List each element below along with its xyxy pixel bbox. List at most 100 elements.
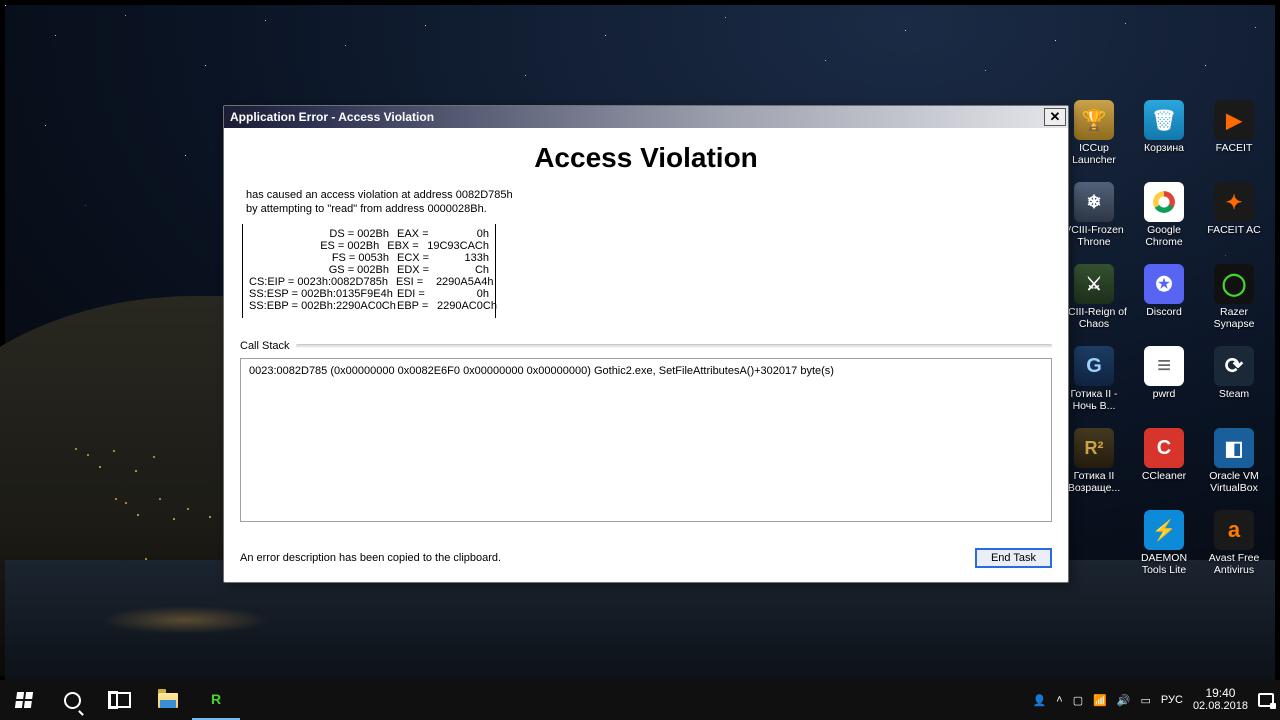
register-right: EBX =19C93CACh	[387, 240, 489, 252]
registers-table: DS = 002BhEAX =0hES = 002BhEBX =19C93CAC…	[242, 224, 496, 318]
register-row: GS = 002BhEDX =Ch	[249, 264, 489, 276]
desktop-icon-label: Корзина	[1144, 142, 1184, 154]
desktop-icon-label: DAEMON Tools Lite	[1130, 552, 1198, 576]
desktop-icon[interactable]: Steam	[1199, 346, 1269, 412]
error-description-line: by attempting to "read" from address 000…	[246, 202, 1052, 216]
desktop-icon-label: VCIII-Frozen Throne	[1060, 224, 1128, 248]
end-task-button[interactable]: End Task	[975, 548, 1052, 568]
register-row: CS:EIP = 0023h:0082D785hESI =2290A5A4h	[249, 276, 489, 288]
register-row: SS:ESP = 002Bh:0135F9E4hEDI =0h	[249, 288, 489, 300]
callstack-entry: 0023:0082D785 (0x00000000 0x0082E6F0 0x0…	[249, 365, 1043, 377]
desktop-icon[interactable]: Готика II - Ночь В...	[1059, 346, 1129, 412]
ic-vbox-icon	[1214, 428, 1254, 468]
ic-faceit-icon	[1214, 100, 1254, 140]
register-row: SS:EBP = 002Bh:2290AC0ChEBP =2290AC0Ch	[249, 300, 489, 312]
desktop-icon[interactable]: Oracle VM VirtualBox	[1199, 428, 1269, 494]
desktop-icon-label: Steam	[1219, 388, 1249, 400]
desktop-icon[interactable]: Корзина	[1129, 100, 1199, 166]
ic-avast-icon	[1214, 510, 1254, 550]
desktop-icon[interactable]: Готика II Возраще...	[1059, 428, 1129, 494]
taskbar-app-explorer[interactable]	[144, 680, 192, 720]
desktop-icon-label: pwrd	[1153, 388, 1176, 400]
register-left: ES = 002Bh	[249, 240, 387, 252]
dialog-heading: Access Violation	[240, 142, 1052, 174]
ic-roc-icon	[1074, 264, 1114, 304]
close-button[interactable]: ✕	[1044, 108, 1066, 126]
ic-discord-icon	[1144, 264, 1184, 304]
taskbar-clock[interactable]: 19:40 02.08.2018	[1193, 687, 1248, 713]
network-icon[interactable]: 📶	[1093, 694, 1107, 707]
register-row: FS = 0053hECX =133h	[249, 252, 489, 264]
register-left: SS:EBP = 002Bh:2290AC0Ch	[249, 300, 397, 312]
desktop-icon-label: FACEIT AC	[1207, 224, 1261, 236]
clock-date: 02.08.2018	[1193, 700, 1248, 713]
divider	[296, 344, 1052, 348]
register-right: ESI =2290A5A4h	[396, 276, 494, 288]
taskbar-app-razer[interactable]: R	[192, 680, 240, 720]
desktop-icons: ICCup Launcher Корзина FACEIT VCIII-Frozen …	[1059, 100, 1269, 576]
desktop-icon[interactable]: DAEMON Tools Lite	[1129, 510, 1199, 576]
file-explorer-icon	[158, 693, 178, 708]
error-dialog: Application Error - Access Violation ✕ A…	[223, 105, 1069, 583]
callstack-box[interactable]: 0023:0082D785 (0x00000000 0x0082E6F0 0x0…	[240, 358, 1052, 522]
register-row: ES = 002BhEBX =19C93CACh	[249, 240, 489, 252]
clock-time: 19:40	[1193, 687, 1248, 700]
action-center-icon[interactable]	[1258, 693, 1274, 707]
ic-txt-icon	[1144, 346, 1184, 386]
start-button[interactable]	[0, 680, 48, 720]
register-left: SS:ESP = 002Bh:0135F9E4h	[249, 288, 397, 300]
ic-wc3-icon	[1074, 182, 1114, 222]
register-row: DS = 002BhEAX =0h	[249, 228, 489, 240]
error-description: has caused an access violation at addres…	[246, 188, 1052, 216]
desktop-icon-label: FACEIT	[1216, 142, 1253, 154]
taskbar: R 👤 ˄ ▢ 📶 🔊 ▭ РУС 19:40 02.08.2018	[0, 680, 1280, 720]
desktop-icon[interactable]: FACEIT	[1199, 100, 1269, 166]
language-indicator[interactable]: РУС	[1161, 694, 1183, 706]
register-left: DS = 002Bh	[249, 228, 397, 240]
desktop: ICCup Launcher Корзина FACEIT VCIII-Frozen …	[0, 0, 1280, 680]
people-icon[interactable]: 👤	[1033, 694, 1047, 707]
callstack-label: Call Stack	[240, 340, 290, 352]
register-right: EDI =0h	[397, 288, 489, 300]
desktop-icon[interactable]: Google Chrome	[1129, 182, 1199, 248]
desktop-icon-label: Razer Synapse	[1200, 306, 1268, 330]
volume-icon[interactable]: 🔊	[1117, 694, 1131, 707]
dialog-title: Application Error - Access Violation	[230, 110, 434, 124]
desktop-icon[interactable]: Avast Free Antivirus	[1199, 510, 1269, 576]
register-left: CS:EIP = 0023h:0082D785h	[249, 276, 396, 288]
desktop-icon[interactable]: VCIII-Reign of Chaos	[1059, 264, 1129, 330]
register-right: EDX =Ch	[397, 264, 489, 276]
desktop-icon-label: Avast Free Antivirus	[1200, 552, 1268, 576]
task-view-button[interactable]	[96, 680, 144, 720]
clipboard-note: An error description has been copied to …	[240, 552, 501, 564]
ic-r2-icon	[1074, 428, 1114, 468]
desktop-icon[interactable]: Discord	[1129, 264, 1199, 330]
desktop-icon[interactable]: VCIII-Frozen Throne	[1059, 182, 1129, 248]
ic-bin-icon	[1144, 100, 1184, 140]
ic-daemon-icon	[1144, 510, 1184, 550]
battery-icon[interactable]: ▢	[1073, 694, 1083, 707]
desktop-icon[interactable]: Razer Synapse	[1199, 264, 1269, 330]
ic-steam-icon	[1214, 346, 1254, 386]
desktop-icon-label: Discord	[1146, 306, 1182, 318]
desktop-icon-label: Oracle VM VirtualBox	[1200, 470, 1268, 494]
desktop-icon-label: CCleaner	[1142, 470, 1186, 482]
desktop-icon[interactable]: ICCup Launcher	[1059, 100, 1129, 166]
decorative-stars	[5, 5, 6, 6]
ic-chrome-icon	[1144, 182, 1184, 222]
dialog-titlebar[interactable]: Application Error - Access Violation ✕	[224, 106, 1068, 128]
windows-logo-icon	[15, 692, 33, 708]
wallpaper-lights	[75, 448, 77, 450]
touchpad-icon[interactable]: ▭	[1141, 694, 1151, 707]
desktop-icon[interactable]: FACEIT AC	[1199, 182, 1269, 248]
desktop-icon[interactable]: CCleaner	[1129, 428, 1199, 494]
register-left: GS = 002Bh	[249, 264, 397, 276]
tray-chevron-up-icon[interactable]: ˄	[1056, 694, 1062, 706]
ic-ccleaner-icon	[1144, 428, 1184, 468]
search-button[interactable]	[48, 680, 96, 720]
ic-faceitac-icon	[1214, 182, 1254, 222]
desktop-icon-label: VCIII-Reign of Chaos	[1060, 306, 1128, 330]
desktop-icon[interactable]: pwrd	[1129, 346, 1199, 412]
register-right: EAX =0h	[397, 228, 489, 240]
ic-iccup-icon	[1074, 100, 1114, 140]
